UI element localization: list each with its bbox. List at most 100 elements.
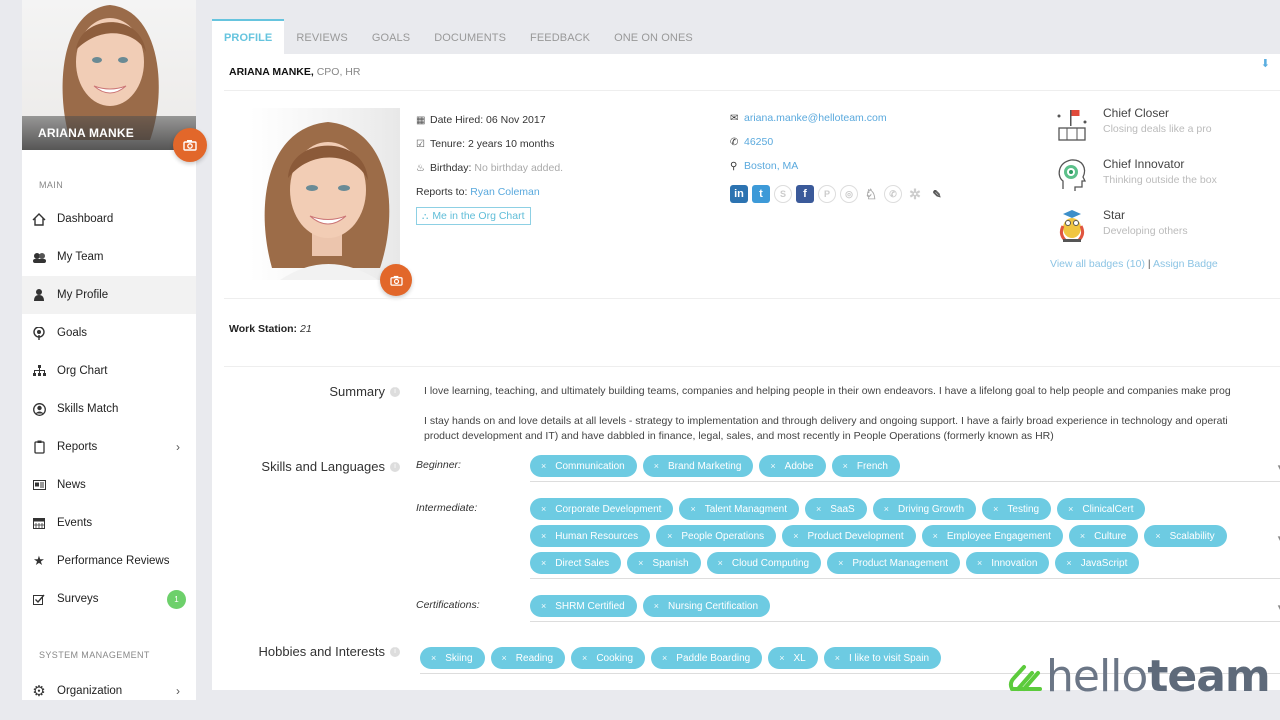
remove-tag-icon[interactable]: × <box>993 504 998 514</box>
sidebar-item-my-profile[interactable]: My Profile <box>22 276 196 314</box>
skill-tag[interactable]: × Adobe <box>759 455 826 477</box>
skill-tag[interactable]: × Corporate Development <box>530 498 674 520</box>
remove-tag-icon[interactable]: × <box>502 653 507 663</box>
org-chart-button[interactable]: ⛬ Me in the Org Chart <box>416 207 531 225</box>
sidebar-item-surveys[interactable]: Surveys 1 <box>22 580 196 618</box>
tab-profile[interactable]: PROFILE <box>212 19 285 54</box>
skill-tag[interactable]: × Direct Sales <box>530 552 622 574</box>
tab-one-on-ones[interactable]: ONE ON ONES <box>602 32 705 54</box>
sidebar-item-organization[interactable]: ⚙ Organization › <box>22 672 196 710</box>
certifications-input[interactable]: × SHRM Certified × Nursing Certification ▼ <box>530 595 1280 622</box>
beginner-skills-input[interactable]: × Communication × Brand Marketing × Adobe × Fre… <box>530 455 1280 482</box>
sidebar-item-news[interactable]: News <box>22 466 196 504</box>
sidebar-item-events[interactable]: Events <box>22 504 196 542</box>
skill-tag[interactable]: × French <box>831 455 900 477</box>
remove-tag-icon[interactable]: × <box>770 461 775 471</box>
change-photo-button[interactable] <box>173 128 207 162</box>
tab-goals[interactable]: GOALS <box>360 32 422 54</box>
sidebar-item-org-chart[interactable]: Org Chart <box>22 352 196 390</box>
skill-tag[interactable]: × Cooking <box>571 647 646 669</box>
remove-tag-icon[interactable]: × <box>838 558 843 568</box>
badge-chief-innovator[interactable]: Chief Innovator Thinking outside the box <box>1055 157 1217 208</box>
remove-tag-icon[interactable]: × <box>541 531 546 541</box>
skill-tag[interactable]: × ClinicalCert <box>1057 498 1146 520</box>
remove-tag-icon[interactable]: × <box>1068 504 1073 514</box>
info-icon[interactable]: i <box>390 461 400 472</box>
remove-tag-icon[interactable]: × <box>582 653 587 663</box>
remove-tag-icon[interactable]: × <box>654 461 659 471</box>
remove-tag-icon[interactable]: × <box>654 601 659 611</box>
remove-tag-icon[interactable]: × <box>541 601 546 611</box>
sidebar-item-my-team[interactable]: My Team <box>22 238 196 276</box>
tab-documents[interactable]: DOCUMENTS <box>422 32 518 54</box>
remove-tag-icon[interactable]: × <box>431 653 436 663</box>
remove-tag-icon[interactable]: × <box>718 558 723 568</box>
skill-tag[interactable]: × Paddle Boarding <box>651 647 763 669</box>
sidebar-item-dashboard[interactable]: Dashboard <box>22 200 196 238</box>
skill-tag[interactable]: × Scalability <box>1144 525 1227 547</box>
pinterest-icon[interactable]: P <box>818 185 836 203</box>
remove-tag-icon[interactable]: × <box>541 504 546 514</box>
badge-star[interactable]: Star Developing others <box>1055 208 1217 259</box>
other-social-icon[interactable]: ♘ <box>862 185 880 203</box>
skill-tag[interactable]: × Innovation <box>966 552 1050 574</box>
remove-tag-icon[interactable]: × <box>793 531 798 541</box>
tab-reviews[interactable]: REVIEWS <box>284 32 359 54</box>
facebook-icon[interactable]: f <box>796 185 814 203</box>
caret-down-icon[interactable]: ▼ <box>1276 534 1280 543</box>
remove-tag-icon[interactable]: × <box>843 461 848 471</box>
remove-tag-icon[interactable]: × <box>933 531 938 541</box>
sidebar-item-skills-match[interactable]: Skills Match <box>22 390 196 428</box>
skill-tag[interactable]: × Human Resources <box>530 525 651 547</box>
caret-down-icon[interactable]: ▼ <box>1276 463 1280 472</box>
remove-tag-icon[interactable]: × <box>667 531 672 541</box>
info-icon[interactable]: i <box>390 386 400 397</box>
assign-badge-link[interactable]: Assign Badge <box>1153 258 1218 270</box>
remove-tag-icon[interactable]: × <box>884 504 889 514</box>
skill-tag[interactable]: × JavaScript <box>1055 552 1140 574</box>
remove-tag-icon[interactable]: × <box>638 558 643 568</box>
tab-feedback[interactable]: FEEDBACK <box>518 32 602 54</box>
remove-tag-icon[interactable]: × <box>835 653 840 663</box>
skill-tag[interactable]: × Nursing Certification <box>642 595 771 617</box>
reports-to-link[interactable]: Ryan Coleman <box>470 186 539 198</box>
skill-tag[interactable]: × People Operations <box>656 525 777 547</box>
skill-tag[interactable]: × Testing <box>982 498 1052 520</box>
remove-tag-icon[interactable]: × <box>662 653 667 663</box>
remove-tag-icon[interactable]: × <box>1080 531 1085 541</box>
skill-tag[interactable]: × Employee Engagement <box>921 525 1063 547</box>
skill-tag[interactable]: × Driving Growth <box>872 498 977 520</box>
slack-icon[interactable]: ✲ <box>906 185 924 203</box>
remove-tag-icon[interactable]: × <box>690 504 695 514</box>
skill-tag[interactable]: × Product Development <box>782 525 916 547</box>
email-link[interactable]: ariana.manke@helloteam.com <box>744 112 887 124</box>
skill-tag[interactable]: × Culture <box>1068 525 1139 547</box>
skill-tag[interactable]: × XL <box>768 647 818 669</box>
remove-tag-icon[interactable]: × <box>977 558 982 568</box>
skill-tag[interactable]: × SHRM Certified <box>530 595 637 617</box>
skill-tag[interactable]: × Product Management <box>827 552 960 574</box>
intermediate-skills-input[interactable]: × Corporate Development × Talent Managment ×… <box>530 498 1280 579</box>
remove-tag-icon[interactable]: × <box>1155 531 1160 541</box>
sidebar-item-performance-reviews[interactable]: ★ Performance Reviews <box>22 542 196 580</box>
remove-tag-icon[interactable]: × <box>541 461 546 471</box>
skill-tag[interactable]: × Talent Managment <box>679 498 799 520</box>
skill-tag[interactable]: × Spanish <box>627 552 701 574</box>
skill-tag[interactable]: × SaaS <box>804 498 867 520</box>
skill-tag[interactable]: × Skiing <box>420 647 485 669</box>
caret-down-icon[interactable]: ▼ <box>1276 603 1280 612</box>
twitter-icon[interactable]: t <box>752 185 770 203</box>
skill-tag[interactable]: × Communication <box>530 455 637 477</box>
skill-tag[interactable]: × Cloud Computing <box>706 552 822 574</box>
instagram-icon[interactable]: ◎ <box>840 185 858 203</box>
change-photo-button[interactable] <box>380 264 412 296</box>
whatsapp-icon[interactable]: ✆ <box>884 185 902 203</box>
remove-tag-icon[interactable]: × <box>816 504 821 514</box>
edit-pencil-icon[interactable]: ✎ <box>928 185 946 203</box>
badge-chief-closer[interactable]: Chief Closer Closing deals like a pro <box>1055 106 1217 157</box>
info-icon[interactable]: i <box>390 646 400 657</box>
view-all-badges-link[interactable]: View all badges (10) <box>1050 258 1145 270</box>
download-icon[interactable]: ⬇ <box>1261 57 1270 70</box>
location-link[interactable]: Boston, MA <box>744 160 798 172</box>
remove-tag-icon[interactable]: × <box>541 558 546 568</box>
